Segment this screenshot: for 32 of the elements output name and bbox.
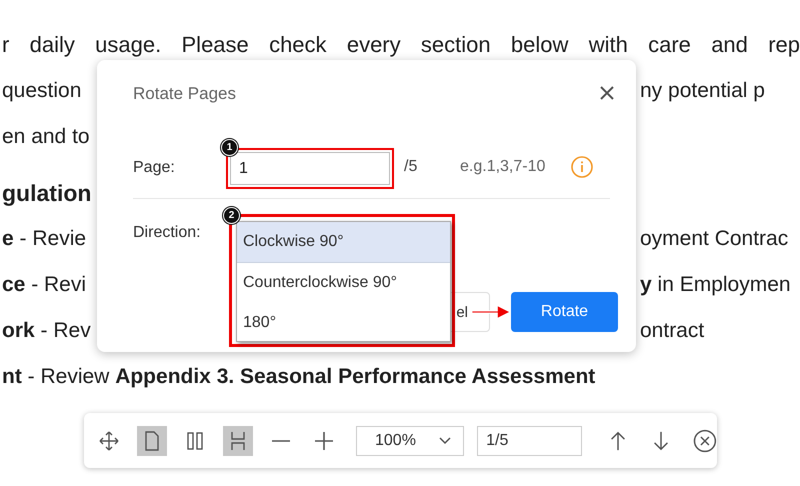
dropdown-option[interactable]: Clockwise 90° [237, 222, 450, 263]
document-text: ny potential p [640, 79, 765, 103]
fit-height-button[interactable] [223, 426, 253, 456]
single-page-button[interactable] [137, 426, 167, 456]
direction-label: Direction: [133, 224, 201, 242]
dialog-title: Rotate Pages [133, 84, 236, 104]
document-text: ce - Revi [1, 273, 86, 297]
document-text: e - Revie [1, 227, 86, 251]
document-text: r daily usage. Please check every section below with care and rep [1, 32, 800, 58]
section-heading: gulation [1, 180, 92, 206]
document-text: ork - Rev [1, 319, 91, 343]
zoom-out-icon [269, 438, 293, 442]
document-text: en and to [1, 125, 90, 149]
page-label: Page: [133, 159, 175, 177]
document-text: oyment Contrac [640, 227, 788, 251]
dropdown-option[interactable]: Counterclockwise 90° [237, 263, 450, 303]
move-icon [97, 428, 121, 452]
document-text: nt - Review Appendix 3. Seasonal Performance Assessment [1, 365, 596, 389]
close-icon[interactable] [599, 85, 615, 101]
close-icon[interactable] [693, 428, 717, 454]
rotate-button[interactable]: Rotate [511, 292, 618, 332]
page-number-field[interactable]: 1/5 [477, 426, 582, 456]
annotation-badge: 2 [223, 207, 240, 224]
page-total: /5 [404, 158, 418, 176]
caret-icon [439, 436, 452, 444]
document-text: ontract [640, 319, 704, 343]
zoom-select[interactable]: 100% [356, 426, 464, 456]
page-hint: e.g.1,3,7-10 [460, 158, 546, 176]
annotation-badge: 1 [221, 139, 238, 156]
dropdown-option[interactable]: 180° [237, 303, 450, 343]
document-text: question [1, 79, 82, 103]
document-text: y in Employmen [640, 273, 791, 297]
